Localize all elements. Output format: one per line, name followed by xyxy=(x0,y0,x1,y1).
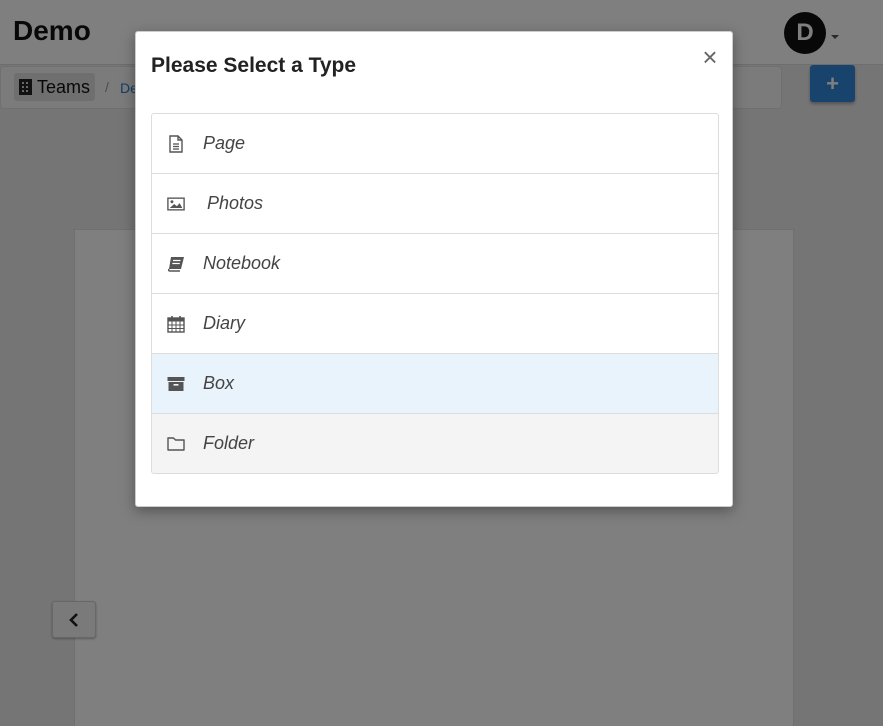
book-icon xyxy=(167,255,185,273)
type-option-box[interactable]: Box xyxy=(152,354,718,414)
type-option-label: Diary xyxy=(203,313,246,333)
type-option-label: Photos xyxy=(207,193,264,213)
calendar-icon xyxy=(167,315,185,333)
folder-icon xyxy=(167,435,185,453)
type-list: Page Photos Notebook Diary Box Folder xyxy=(151,113,719,474)
type-option-label: Folder xyxy=(203,433,255,453)
modal-title: Please Select a Type xyxy=(151,54,357,77)
type-option-label: Notebook xyxy=(203,253,281,273)
type-option-page[interactable]: Page xyxy=(152,114,718,174)
type-option-notebook[interactable]: Notebook xyxy=(152,234,718,294)
type-option-diary[interactable]: Diary xyxy=(152,294,718,354)
select-type-modal: Please Select a Type × Page Photos Noteb… xyxy=(135,31,733,507)
archive-box-icon xyxy=(167,375,185,393)
close-button[interactable]: × xyxy=(701,44,719,70)
type-option-label: Page xyxy=(203,133,246,153)
file-text-icon xyxy=(167,134,185,153)
type-option-folder[interactable]: Folder xyxy=(152,414,718,473)
image-icon xyxy=(167,195,185,213)
type-option-label: Box xyxy=(203,373,235,393)
type-option-photos[interactable]: Photos xyxy=(152,174,718,234)
